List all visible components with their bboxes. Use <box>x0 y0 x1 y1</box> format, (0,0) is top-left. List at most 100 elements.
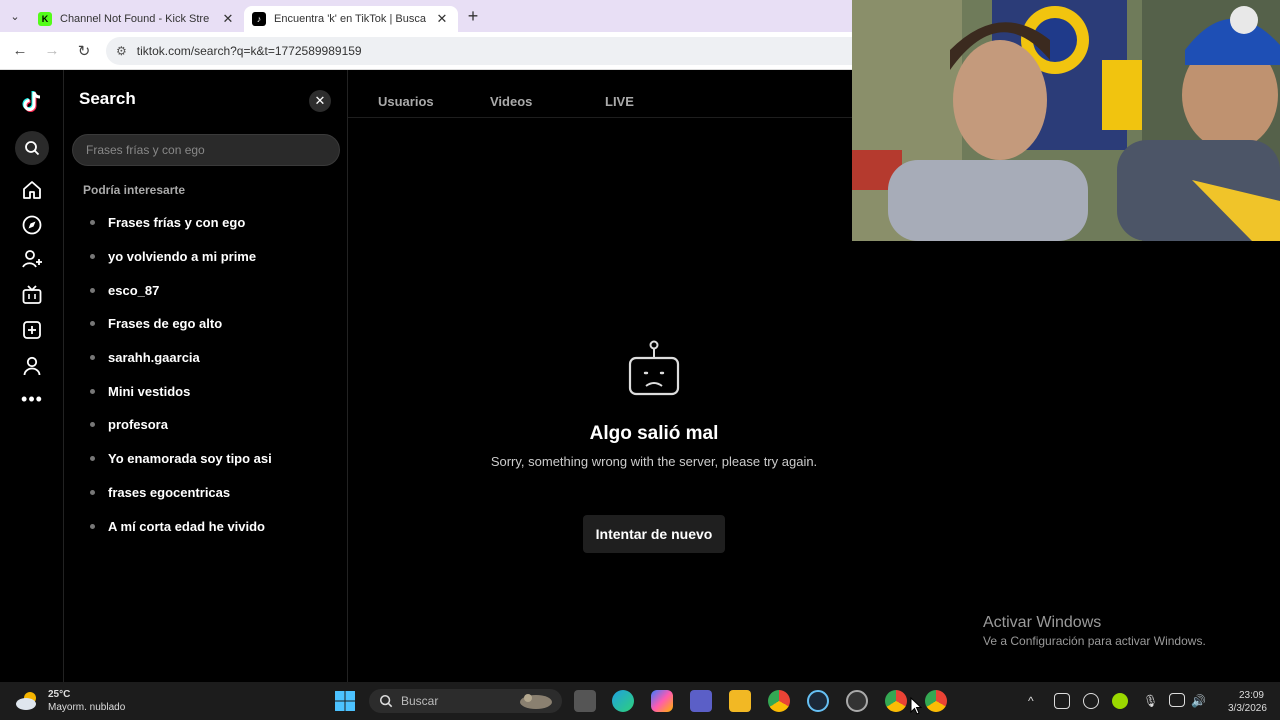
tray-nvidia-icon[interactable] <box>1112 693 1128 709</box>
kick-favicon-icon: K <box>38 12 52 26</box>
home-icon[interactable] <box>18 176 46 204</box>
suggestion-item[interactable]: esco_87 <box>90 273 272 307</box>
taskbar-search-placeholder: Buscar <box>401 694 439 708</box>
bullet-icon <box>90 489 95 495</box>
activation-subtitle: Ve a Configuración para activar Windows. <box>983 634 1206 648</box>
error-title: Algo salió mal <box>589 423 719 444</box>
error-state: Algo salió mal Sorry, something wrong wi… <box>440 340 868 553</box>
bullet-icon <box>90 355 95 361</box>
tab-live[interactable]: LIVE <box>605 94 634 109</box>
bullet-icon <box>90 287 95 293</box>
suggestion-label: frases egocentricas <box>108 484 231 500</box>
steam-icon[interactable] <box>807 690 829 712</box>
bullet-icon <box>90 254 95 260</box>
suggestions-heading: Podría interesarte <box>83 183 186 197</box>
suggestion-label: profesora <box>108 417 168 433</box>
nav-rail: ••• <box>0 70 64 682</box>
search-icon[interactable] <box>15 131 49 165</box>
chrome-profile-icon[interactable] <box>885 690 907 712</box>
cloudy-weather-icon <box>16 692 36 710</box>
bullet-icon <box>90 220 95 226</box>
reload-icon[interactable]: ↻ <box>68 42 100 60</box>
windows-activation-watermark: Activar Windows Ve a Configuración para … <box>983 614 1206 648</box>
more-icon[interactable]: ••• <box>18 385 46 413</box>
bullet-icon <box>90 422 95 428</box>
retry-button[interactable]: Intentar de nuevo <box>582 515 726 553</box>
suggestion-label: sarahh.gaarcia <box>108 350 200 366</box>
url-field[interactable]: ⚙ tiktok.com/search?q=k&t=1772589989159 <box>106 36 852 65</box>
bullet-icon <box>90 321 95 327</box>
obs-icon[interactable] <box>846 690 868 712</box>
suggestion-item[interactable]: Mini vestidos <box>90 374 272 408</box>
tiktok-logo-icon[interactable] <box>18 88 46 116</box>
tray-app-icon[interactable] <box>1054 693 1070 709</box>
teams-icon[interactable] <box>690 690 712 712</box>
new-tab-icon[interactable]: + <box>458 6 488 27</box>
suggestion-item[interactable]: profesora <box>90 408 272 442</box>
copilot-icon[interactable] <box>651 690 673 712</box>
windows-taskbar: 25°C Mayorm. nublado Buscar ^ 🎙 🔊 23:09 … <box>0 682 1280 720</box>
site-info-icon[interactable]: ⚙ <box>116 44 127 58</box>
back-arrow-icon[interactable]: ← <box>4 42 36 59</box>
suggestion-label: yo volviendo a mi prime <box>108 249 257 265</box>
bullet-icon <box>90 456 95 462</box>
suggestion-label: Mini vestidos <box>108 383 191 399</box>
weather-widget[interactable]: 25°C Mayorm. nublado <box>14 688 125 714</box>
webcam-image <box>852 0 1280 241</box>
tab-usuarios[interactable]: Usuarios <box>378 94 434 109</box>
following-icon[interactable] <box>18 245 46 273</box>
close-icon[interactable]: ✕ <box>309 90 331 112</box>
explore-icon[interactable] <box>18 211 46 239</box>
profile-icon[interactable] <box>18 352 46 380</box>
temperature: 25°C <box>48 689 71 700</box>
tab-search-chevron-icon[interactable]: ⌄ <box>0 0 30 32</box>
search-panel-title: Search <box>79 89 136 108</box>
suggestion-item[interactable]: yo volviendo a mi prime <box>90 240 272 274</box>
search-icon <box>379 694 393 708</box>
tab-title: Channel Not Found - Kick Stre <box>60 13 210 25</box>
suggestion-item[interactable]: frases egocentricas <box>90 476 272 510</box>
suggestion-item[interactable]: sarahh.gaarcia <box>90 341 272 375</box>
browser-tab-tiktok[interactable]: ♪ Encuentra 'k' en TikTok | Busca ✕ <box>244 6 458 32</box>
browser-tab-kick[interactable]: K Channel Not Found - Kick Stre ✕ <box>30 6 244 32</box>
bullet-icon <box>90 523 95 529</box>
live-icon[interactable] <box>18 281 46 309</box>
error-message: Sorry, something wrong with the server, … <box>490 454 818 469</box>
edge-icon[interactable] <box>612 690 634 712</box>
show-hidden-icons-icon[interactable]: ^ <box>1028 682 1034 720</box>
volume-icon[interactable]: 🔊 <box>1191 682 1206 720</box>
system-clock[interactable]: 23:09 3/3/2026 <box>1228 689 1267 715</box>
file-explorer-icon[interactable] <box>729 690 751 712</box>
tray-sync-icon[interactable] <box>1083 693 1099 709</box>
search-highlight-icon <box>520 694 552 709</box>
mouse-cursor-icon <box>910 697 922 715</box>
url-text: tiktok.com/search?q=k&t=1772589989159 <box>136 43 362 58</box>
network-icon[interactable] <box>1169 693 1185 707</box>
windows-start-icon[interactable] <box>334 690 356 712</box>
tab-title: Encuentra 'k' en TikTok | Busca <box>274 13 426 25</box>
search-input[interactable] <box>72 134 340 166</box>
bullet-icon <box>90 388 95 394</box>
sad-robot-icon <box>628 340 680 396</box>
tab-videos[interactable]: Videos <box>490 94 532 109</box>
browser-tabbar: ⌄ K Channel Not Found - Kick Stre ✕ ♪ En… <box>0 0 852 32</box>
suggestion-item[interactable]: Yo enamorada soy tipo asi <box>90 442 272 476</box>
upload-icon[interactable] <box>18 316 46 344</box>
close-tab-icon[interactable]: ✕ <box>434 11 450 27</box>
task-view-icon[interactable] <box>574 690 596 712</box>
taskbar-search[interactable]: Buscar <box>369 689 562 713</box>
chrome-profile-2-icon[interactable] <box>925 690 947 712</box>
forward-arrow-icon[interactable]: → <box>36 42 68 59</box>
suggestion-item[interactable]: Frases frías y con ego <box>90 206 272 240</box>
clock-time: 23:09 <box>1238 690 1264 701</box>
suggestion-label: Yo enamorada soy tipo asi <box>108 451 272 467</box>
tiktok-favicon-icon: ♪ <box>252 12 266 26</box>
microphone-icon[interactable]: 🎙 <box>1143 682 1158 720</box>
suggestion-label: Frases de ego alto <box>108 316 223 332</box>
clock-date: 3/3/2026 <box>1228 703 1267 714</box>
close-tab-icon[interactable]: ✕ <box>220 11 236 27</box>
chrome-icon[interactable] <box>768 690 790 712</box>
suggestion-item[interactable]: A mí corta edad he vivido <box>90 509 272 543</box>
suggestion-label: Frases frías y con ego <box>108 215 246 231</box>
suggestion-item[interactable]: Frases de ego alto <box>90 307 272 341</box>
